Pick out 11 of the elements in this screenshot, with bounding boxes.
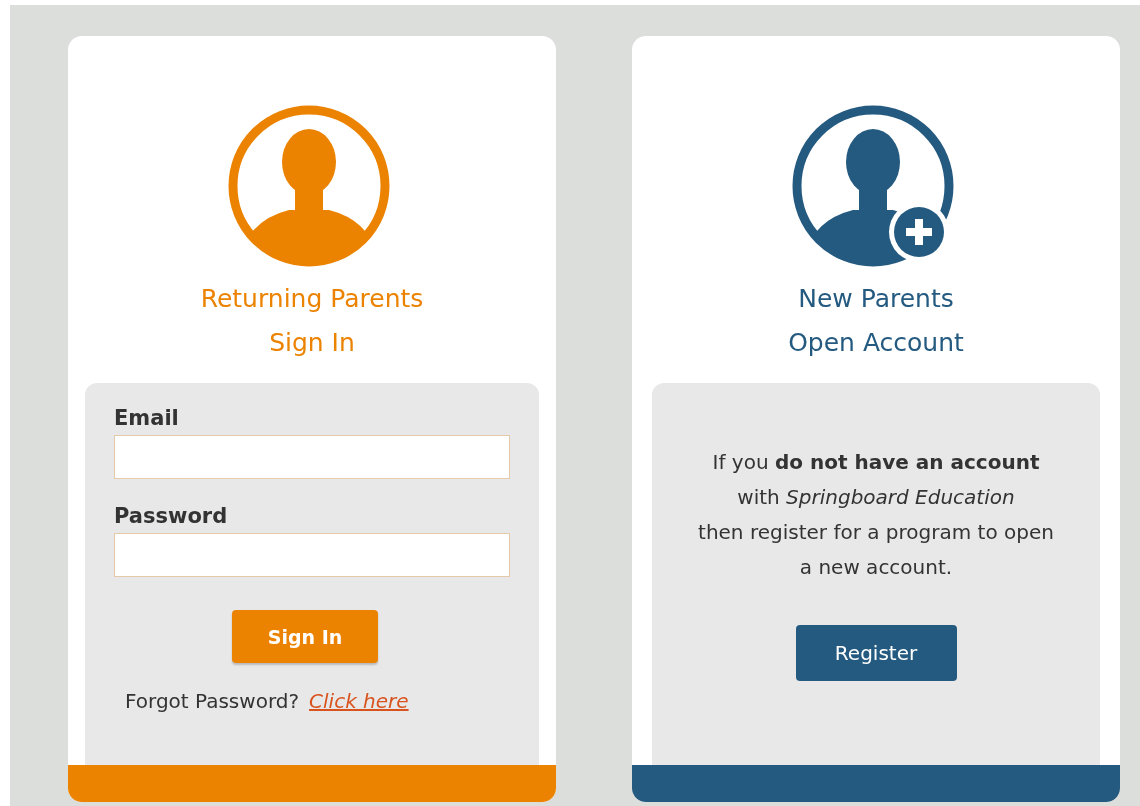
info-text: If you do not have an account with Springboard Education then register for a program to open a new account.: [698, 449, 1054, 581]
field-label: Password: [114, 503, 229, 529]
sign-in-button[interactable]: Sign In: [232, 610, 378, 663]
card-title: New Parents Open Account: [788, 283, 964, 359]
click-here-link[interactable]: Click here: [309, 689, 409, 713]
register-button[interactable]: Register: [795, 625, 957, 681]
input-field[interactable]: [114, 435, 510, 479]
field-label: Email: [114, 405, 180, 431]
input-field[interactable]: [114, 533, 510, 577]
forgot-password-text: Forgot Password?: [125, 689, 300, 713]
card-title: Returning Parents Sign In: [200, 283, 424, 359]
